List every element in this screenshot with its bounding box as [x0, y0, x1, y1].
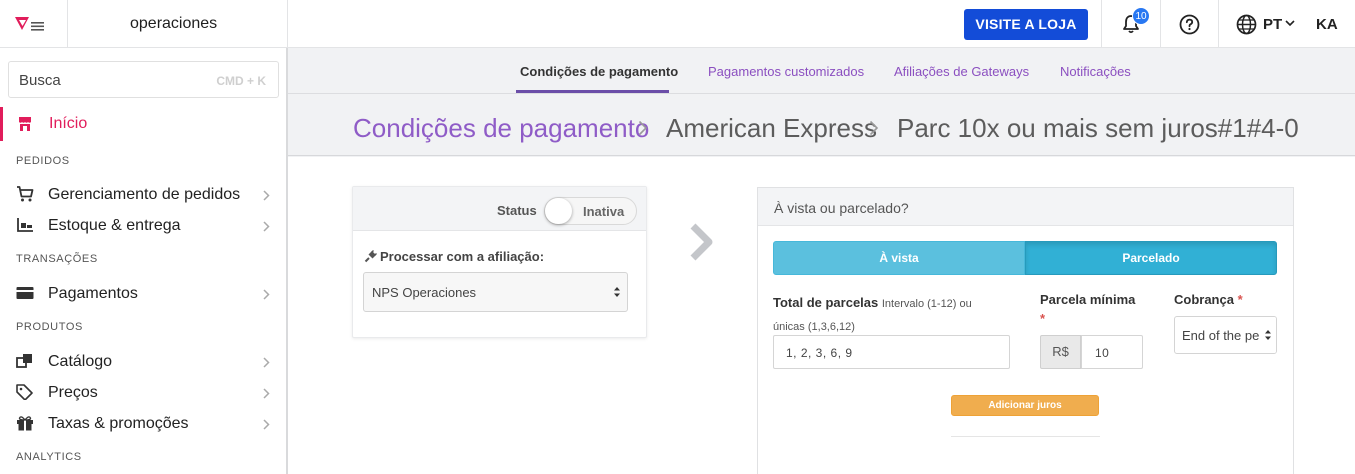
status-label: Status — [497, 203, 537, 218]
sidebar-item-label: Início — [49, 115, 88, 132]
charge-select[interactable]: End of the period — [1174, 316, 1277, 354]
min-installment-value: 10 — [1095, 346, 1110, 360]
status-card-header: Status Inativa — [353, 187, 646, 231]
visit-store-button[interactable]: VISITE A LOJA — [964, 9, 1088, 40]
top-bar: operaciones VISITE A LOJA 10 PT KA — [0, 0, 1355, 48]
status-toggle[interactable]: Inativa — [544, 197, 637, 225]
total-installments-label-text: Total de parcelas — [773, 295, 879, 310]
total-installments-value: 1, 2, 3, 6, 9 — [786, 346, 853, 360]
select-arrows-icon — [1265, 330, 1271, 340]
charge-label-text: Cobrança — [1174, 292, 1234, 307]
sidebar: Busca CMD + K Início PEDIDOS Gerenciamen… — [0, 48, 288, 474]
section-produtos: PRODUTOS — [16, 321, 83, 333]
cart-icon — [17, 186, 34, 202]
add-interest-button[interactable]: Adicionar juros — [951, 395, 1099, 416]
chevron-right-icon — [263, 221, 270, 232]
toggle-knob — [545, 198, 572, 224]
account-name[interactable]: operaciones — [68, 0, 288, 48]
select-arrows-icon — [614, 287, 620, 297]
sidebar-item-inventory[interactable]: Estoque & entrega — [0, 212, 286, 240]
sidebar-item-label: Pagamentos — [48, 285, 138, 302]
breadcrumb-method[interactable]: American Express — [666, 113, 877, 144]
chevron-down-icon — [1285, 20, 1295, 27]
section-pedidos: PEDIDOS — [16, 155, 70, 167]
tab-custom-payments[interactable]: Pagamentos customizados — [708, 64, 864, 79]
tag-icon — [16, 384, 33, 400]
notifications-count-badge: 10 — [1132, 7, 1150, 25]
installments-option-button[interactable]: Parcelado — [1025, 241, 1277, 275]
min-installment-label-text: Parcela mínima — [1040, 292, 1136, 307]
sidebar-item-label: Catálogo — [48, 353, 113, 370]
globe-icon — [1236, 14, 1257, 35]
chevron-right-icon — [638, 120, 648, 136]
search-placeholder: Busca — [19, 72, 61, 89]
sidebar-item-catalog[interactable]: Catálogo — [0, 348, 286, 376]
section-analytics: ANALYTICS — [16, 451, 82, 463]
min-installment-input[interactable]: 10 — [1081, 335, 1143, 369]
sidebar-item-orders[interactable]: Gerenciamento de pedidos — [0, 181, 286, 209]
cash-option-button[interactable]: À vista — [773, 241, 1025, 275]
sidebar-item-promotions[interactable]: Taxas & promoções — [0, 410, 286, 438]
charge-label: Cobrança * — [1174, 292, 1243, 307]
status-value: Inativa — [583, 204, 625, 219]
search-input[interactable]: Busca CMD + K — [8, 61, 279, 98]
total-installments-input[interactable]: 1, 2, 3, 6, 9 — [773, 335, 1010, 369]
min-installment-label: Parcela mínima — [1040, 292, 1135, 307]
credit-card-icon — [16, 287, 34, 299]
chevron-right-icon — [869, 120, 879, 136]
language-code: PT — [1263, 16, 1283, 33]
status-card: Status Inativa Processar com a afiliação… — [352, 186, 647, 338]
chevron-right-icon — [263, 357, 270, 368]
rule-editor: Status Inativa Processar com a afiliação… — [288, 157, 1355, 474]
plug-icon — [364, 250, 377, 263]
active-tab-indicator — [516, 90, 669, 93]
search-shortcut: CMD + K — [216, 74, 266, 88]
breadcrumb-rule: Parc 10x ou mais sem juros#1#4-0 — [897, 113, 1299, 143]
required-asterisk: * — [1237, 292, 1243, 307]
inventory-icon — [17, 218, 33, 232]
logo-button[interactable] — [0, 0, 68, 48]
store-icon — [19, 117, 31, 131]
help-button[interactable] — [1160, 0, 1218, 48]
chevron-right-icon — [263, 190, 270, 201]
breadcrumb-root[interactable]: Condições de pagamento — [353, 113, 649, 144]
chevron-right-icon — [263, 388, 270, 399]
arrow-right-icon — [690, 223, 713, 261]
affiliation-select-value: NPS Operaciones — [372, 285, 477, 300]
tab-gateway-affiliations[interactable]: Afiliações de Gateways — [894, 64, 1029, 79]
installments-card-title: À vista ou parcelado? — [774, 200, 909, 216]
affiliation-label: Processar com a afiliação: — [364, 249, 544, 264]
sidebar-item-prices[interactable]: Preços — [0, 379, 286, 407]
question-circle-icon — [1179, 14, 1200, 35]
sidebar-item-home[interactable]: Início — [0, 107, 286, 141]
tab-payment-conditions[interactable]: Condições de pagamento — [520, 64, 678, 79]
affiliation-select[interactable]: NPS Operaciones — [363, 272, 628, 312]
divider — [951, 436, 1100, 437]
chevron-right-icon — [263, 419, 270, 430]
catalog-icon — [16, 354, 32, 368]
installments-card: À vista ou parcelado? À vista Parcelado … — [757, 187, 1294, 474]
sidebar-item-label: Gerenciamento de pedidos — [48, 186, 241, 203]
total-installments-label: Total de parcelas Intervalo (1-12) ou ún… — [773, 292, 983, 338]
tab-notifications[interactable]: Notificações — [1060, 64, 1131, 79]
tab-bar: Condições de pagamento Pagamentos custom… — [288, 48, 1355, 94]
user-avatar[interactable]: KA — [1316, 16, 1338, 33]
currency-addon: R$ — [1040, 335, 1081, 369]
installments-card-header: À vista ou parcelado? — [758, 188, 1293, 226]
breadcrumb: Condições de pagamento American Express … — [288, 94, 1355, 156]
vtex-logo-icon — [15, 17, 44, 31]
sidebar-item-payments[interactable]: Pagamentos — [0, 280, 286, 308]
main-content: Condições de pagamento Pagamentos custom… — [288, 48, 1355, 474]
sidebar-item-label: Estoque & entrega — [48, 217, 181, 234]
language-selector[interactable]: PT KA — [1218, 0, 1355, 48]
section-transacoes: TRANSAÇÕES — [16, 253, 98, 265]
gift-icon — [17, 416, 33, 431]
sidebar-item-label: Preços — [48, 384, 98, 401]
affiliation-label-text: Processar com a afiliação: — [380, 249, 545, 264]
required-asterisk: * — [1040, 311, 1046, 326]
active-indicator — [0, 107, 3, 141]
chevron-right-icon — [263, 289, 270, 300]
sidebar-item-label: Taxas & promoções — [48, 415, 189, 432]
notifications-button[interactable]: 10 — [1101, 0, 1160, 48]
